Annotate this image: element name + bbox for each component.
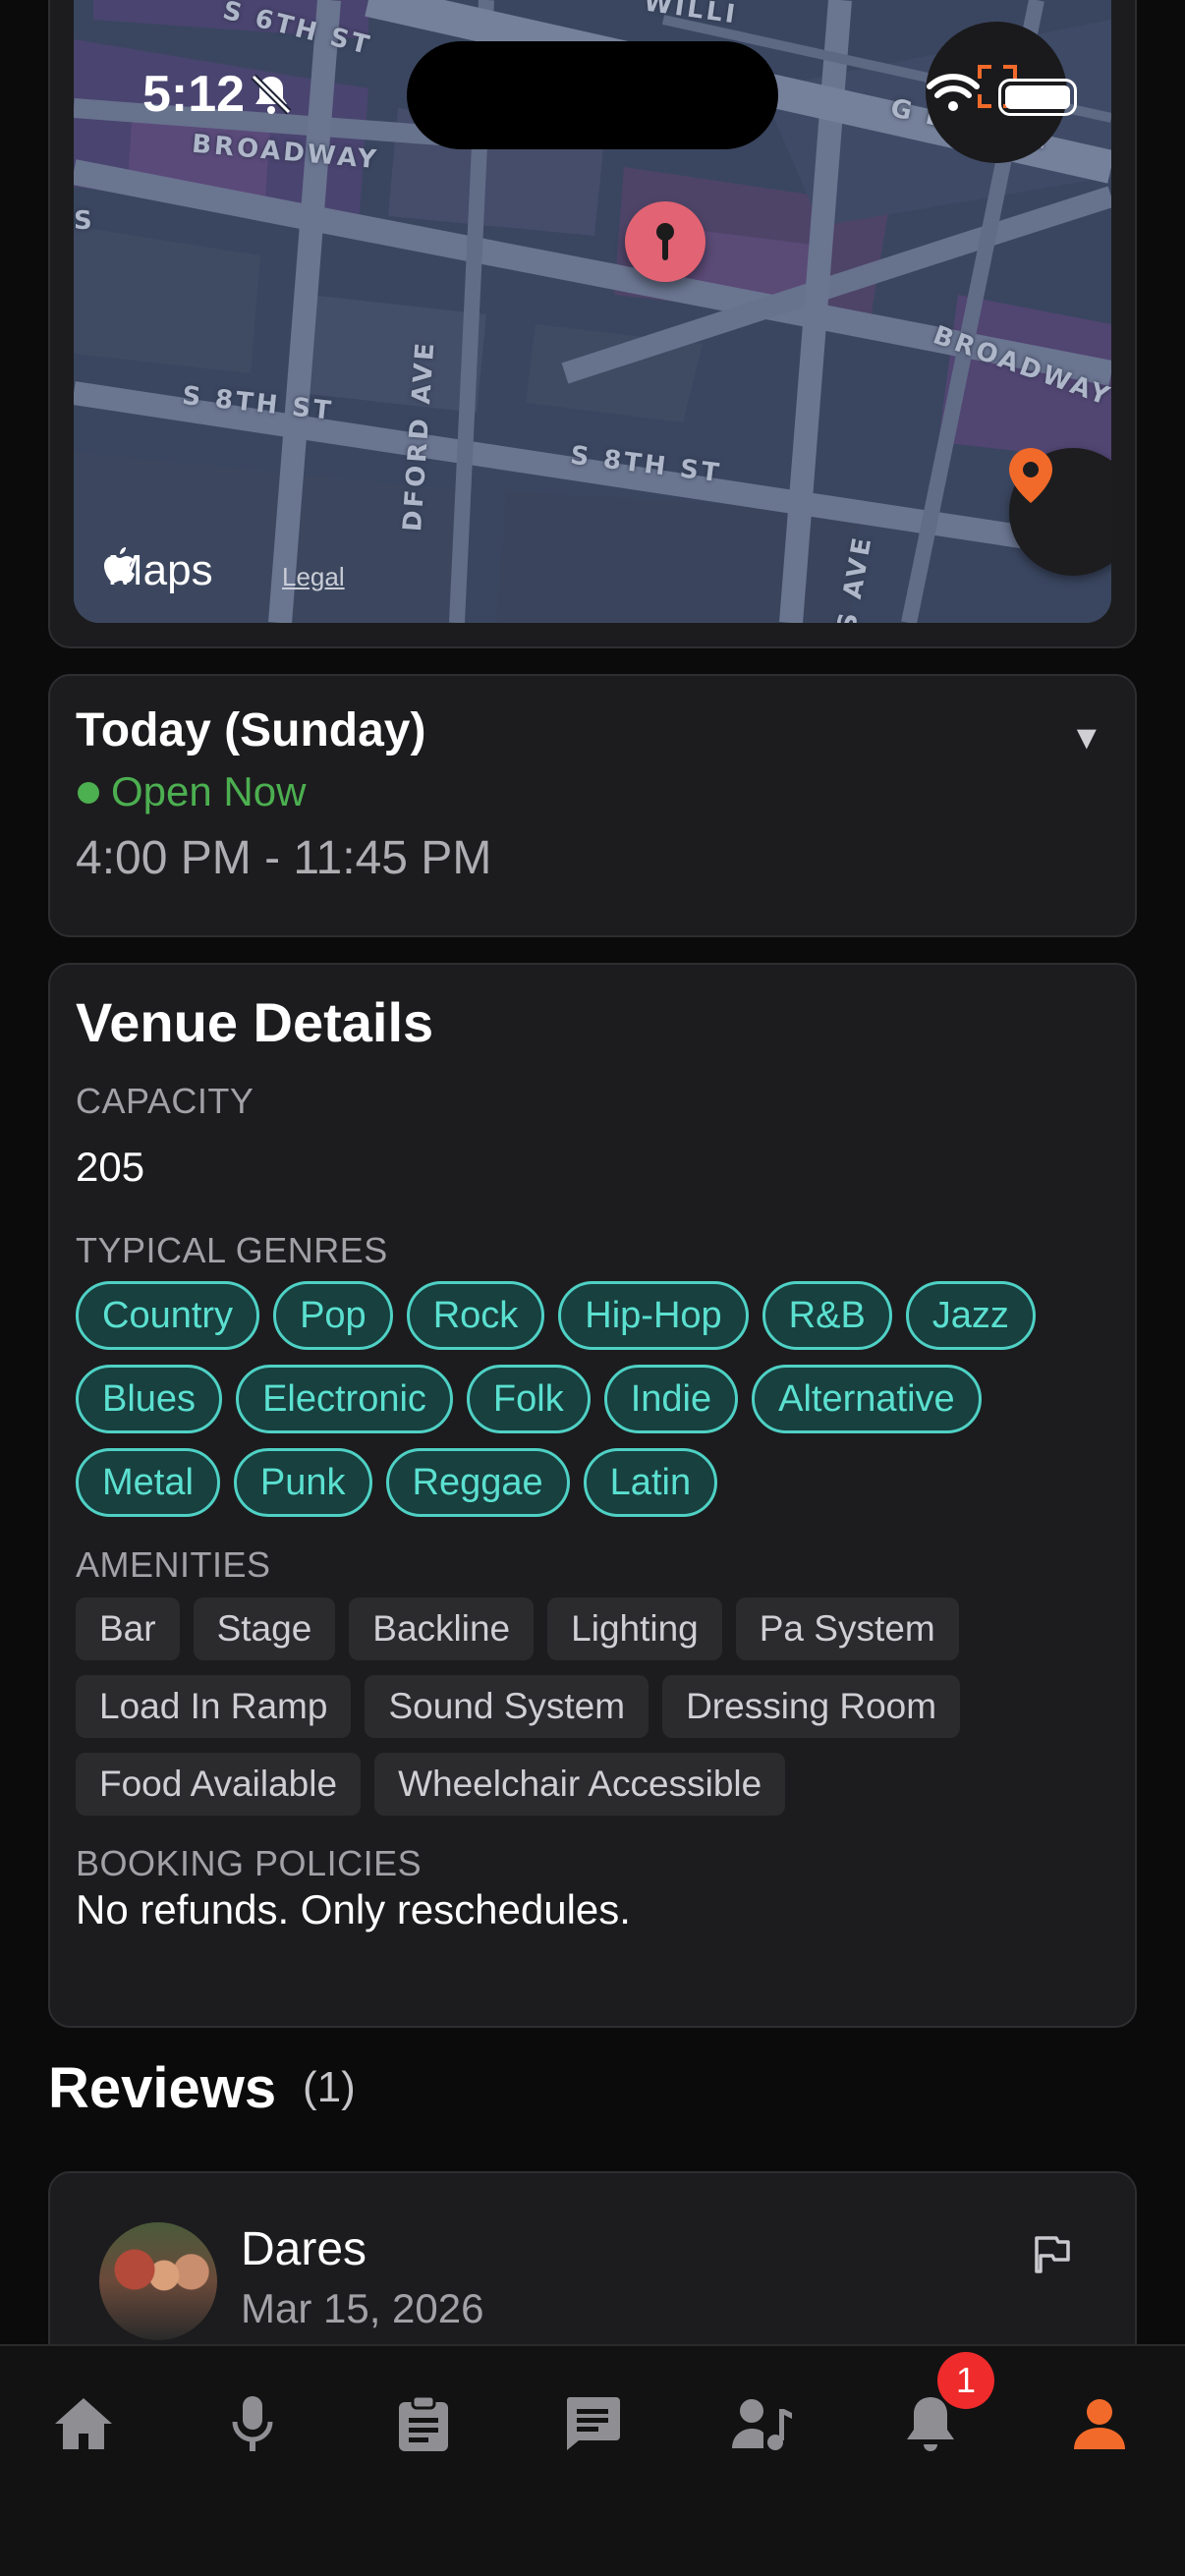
venue-page: S 6TH ST WILLI G BRIDGE BROADWAY BROADWA… xyxy=(0,0,1185,2576)
genre-chip[interactable]: Folk xyxy=(466,1365,591,1433)
genre-chip[interactable]: Pop xyxy=(273,1281,393,1350)
home-icon xyxy=(53,2396,114,2456)
section-title: Venue Details xyxy=(76,991,434,1053)
amenity-chip: Lighting xyxy=(547,1597,722,1660)
hours-card[interactable]: Today (Sunday) ▼ Open Now 4:00 PM - 11:4… xyxy=(48,674,1137,937)
booking-policies-text: No refunds. Only reschedules. xyxy=(76,1886,631,1932)
tab-home[interactable] xyxy=(49,2391,118,2460)
tab-bar xyxy=(0,2344,1185,2576)
amenities-label: AMENITIES xyxy=(76,1544,271,1585)
genre-chip[interactable]: Latin xyxy=(583,1448,718,1517)
amenity-chip: Pa System xyxy=(735,1597,959,1660)
genre-chip[interactable]: Jazz xyxy=(905,1281,1036,1350)
microphone-icon xyxy=(231,2394,274,2458)
genres-label: TYPICAL GENRES xyxy=(76,1230,388,1270)
venue-details-card: Venue Details CAPACITY 205 TYPICAL GENRE… xyxy=(48,963,1137,2028)
amenity-chip: Wheelchair Accessible xyxy=(374,1753,786,1816)
genre-chip[interactable]: Indie xyxy=(603,1365,739,1433)
clipboard-icon xyxy=(397,2394,450,2458)
amenity-chip: Sound System xyxy=(365,1675,649,1738)
genre-chip[interactable]: R&B xyxy=(762,1281,892,1350)
amenity-chip: Bar xyxy=(76,1597,180,1660)
amenity-chip: Load In Ramp xyxy=(76,1675,352,1738)
bell-slash-icon xyxy=(250,73,293,121)
amenity-chip: Dressing Room xyxy=(662,1675,961,1738)
amenity-chip: Food Available xyxy=(76,1753,362,1816)
notification-badge: 1 xyxy=(937,2352,994,2409)
amenity-list: Bar Stage Backline Lighting Pa System Load In… xyxy=(76,1597,1117,1830)
venue-pin-icon[interactable] xyxy=(625,201,705,282)
battery-icon xyxy=(998,79,1077,116)
flag-icon[interactable] xyxy=(1033,2234,1070,2278)
genre-chip[interactable]: Electronic xyxy=(236,1365,453,1433)
amenity-chip: Backline xyxy=(349,1597,535,1660)
open-status-dot xyxy=(78,782,99,804)
genre-list: Country Pop Rock Hip-Hop R&B Jazz Blues Electro… xyxy=(76,1281,1117,1532)
tab-messages[interactable] xyxy=(558,2391,627,2460)
hours-range: 4:00 PM - 11:45 PM xyxy=(76,832,492,884)
capacity-value: 205 xyxy=(76,1144,145,1190)
legal-link[interactable]: Legal xyxy=(282,562,345,592)
genre-chip[interactable]: Rock xyxy=(406,1281,545,1350)
tab-gigs[interactable] xyxy=(218,2391,287,2460)
tab-bookings[interactable] xyxy=(389,2391,458,2460)
capacity-label: CAPACITY xyxy=(76,1081,254,1121)
chevron-down-icon[interactable]: ▼ xyxy=(1070,719,1103,757)
genre-chip[interactable]: Reggae xyxy=(385,1448,570,1517)
apple-maps-logo: Maps xyxy=(103,546,213,595)
status-time: 5:12 xyxy=(142,66,246,123)
reviews-title: Reviews xyxy=(48,2056,277,2120)
booking-policies-label: BOOKING POLICIES xyxy=(76,1843,423,1883)
hours-day-label: Today (Sunday) xyxy=(76,704,426,756)
genre-chip[interactable]: Blues xyxy=(76,1365,223,1433)
genre-chip[interactable]: Country xyxy=(76,1281,260,1350)
reviews-count: (1) xyxy=(303,2063,356,2111)
genre-chip[interactable]: Hip-Hop xyxy=(558,1281,749,1350)
genre-chip[interactable]: Alternative xyxy=(752,1365,982,1433)
review-date: Mar 15, 2026 xyxy=(241,2285,484,2331)
genre-chip[interactable]: Punk xyxy=(233,1448,372,1517)
tab-profile[interactable] xyxy=(1065,2391,1134,2460)
open-status-label: Open Now xyxy=(111,768,307,814)
chat-icon xyxy=(563,2395,622,2457)
reviewer-name[interactable]: Dares xyxy=(241,2222,367,2276)
dynamic-island xyxy=(407,41,778,149)
avatar[interactable] xyxy=(99,2222,217,2340)
wifi-icon xyxy=(926,73,981,119)
street-label: S xyxy=(74,206,95,236)
tab-artists[interactable] xyxy=(727,2391,796,2460)
amenity-chip: Stage xyxy=(193,1597,336,1660)
artist-music-icon xyxy=(730,2395,793,2457)
profile-icon xyxy=(1072,2396,1127,2456)
genre-chip[interactable]: Metal xyxy=(76,1448,220,1517)
